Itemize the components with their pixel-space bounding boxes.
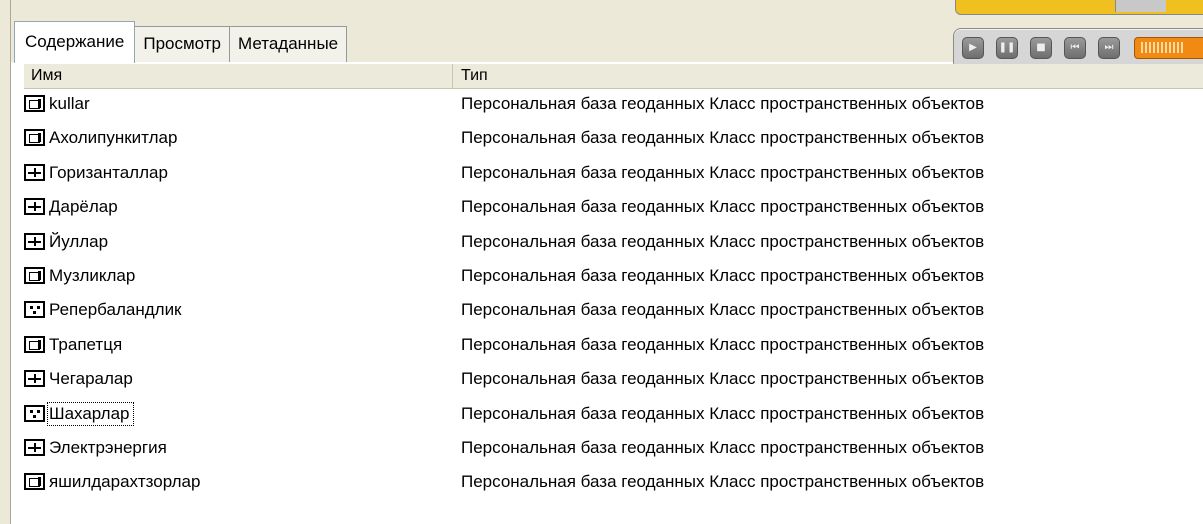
line-feature-class-icon (24, 370, 45, 388)
volume-tick (1165, 42, 1167, 53)
item-type: Персональная база геоданных Класс простр… (461, 472, 985, 492)
list-item[interactable]: Ахолипункитлар Персональная база геоданны… (24, 125, 1203, 159)
volume-slider[interactable] (1134, 37, 1203, 59)
next-icon[interactable]: ⏭ (1098, 37, 1120, 59)
volume-tick (1181, 42, 1183, 53)
volume-tick (1157, 42, 1159, 53)
view-tabs: Содержание Просмотр Метаданные (14, 14, 348, 63)
list-item[interactable]: Йуллар Персональная база геоданных Класс … (24, 229, 1203, 263)
list-item[interactable]: Музликлар Персональная база геоданных Кла… (24, 263, 1203, 297)
media-seek-segment[interactable] (1115, 0, 1166, 12)
item-type: Персональная база геоданных Класс простр… (461, 162, 985, 182)
list-item[interactable]: kullar Персональная база геоданных Класс … (24, 91, 1203, 125)
item-type: Персональная база геоданных Класс простр… (461, 369, 985, 389)
contents-list: kullar Персональная база геоданных Класс … (24, 91, 1203, 504)
stop-icon[interactable]: ■ (1030, 37, 1052, 59)
list-item[interactable]: Чегаралар Персональная база геоданных Кла… (24, 366, 1203, 400)
item-type: Персональная база геоданных Класс простр… (461, 334, 985, 354)
polygon-feature-class-icon (24, 129, 45, 147)
column-header-type[interactable]: Тип (454, 64, 1203, 88)
polygon-feature-class-icon (24, 95, 45, 112)
volume-tick (1177, 42, 1179, 53)
item-name[interactable]: kullar (49, 94, 90, 114)
panel-left-border (0, 0, 11, 524)
item-name[interactable]: Репербаландлик (49, 300, 182, 320)
line-feature-class-icon (24, 198, 45, 216)
item-type: Персональная база геоданных Класс простр… (461, 300, 985, 320)
list-item[interactable]: Горизанталлар Персональная база геоданных… (24, 160, 1203, 194)
line-feature-class-icon (24, 163, 45, 181)
point-feature-class-icon (24, 301, 45, 319)
item-type: Персональная база геоданных Класс простр… (461, 197, 985, 217)
list-header: Имя Тип (24, 64, 1203, 89)
item-type: Персональная база геоданных Класс простр… (461, 94, 985, 113)
list-item[interactable]: Трапетця Персональная база геоданных Клас… (24, 332, 1203, 366)
column-header-name[interactable]: Имя (24, 64, 453, 88)
item-type: Персональная база геоданных Класс простр… (461, 128, 985, 148)
item-name[interactable]: Йуллар (49, 232, 108, 252)
volume-tick (1149, 42, 1151, 53)
polygon-feature-class-icon (24, 266, 45, 284)
list-item[interactable]: Дарёлар Персональная база геоданных Класс… (24, 194, 1203, 228)
volume-tick (1161, 42, 1163, 53)
volume-tick (1169, 42, 1171, 53)
item-name[interactable]: яшилдарахтзорлар (49, 472, 200, 492)
play-icon[interactable]: ▶ (962, 37, 984, 59)
line-feature-class-icon (24, 438, 45, 456)
pause-icon[interactable]: ❚❚ (996, 37, 1018, 59)
list-item[interactable]: Шахарлар Персональная база геоданных Клас… (24, 401, 1203, 435)
item-type: Персональная база геоданных Класс простр… (461, 265, 985, 285)
list-item[interactable]: яшилдарахтзорлар Персональная база геодан… (24, 469, 1203, 503)
item-type: Персональная база геоданных Класс простр… (461, 231, 985, 251)
item-name[interactable]: Трапетця (49, 335, 122, 355)
volume-tick (1153, 42, 1155, 53)
point-feature-class-icon (24, 404, 45, 422)
media-player-top-bar (955, 0, 1203, 15)
item-type: Персональная база геоданных Класс простр… (461, 403, 985, 423)
tab-contents[interactable]: Содержание (14, 21, 136, 63)
item-name[interactable]: Горизанталлар (49, 163, 168, 183)
item-name[interactable]: Дарёлар (49, 197, 118, 217)
polygon-feature-class-icon (24, 335, 45, 353)
volume-tick (1145, 42, 1147, 53)
item-name[interactable]: Музликлар (49, 266, 135, 286)
item-name[interactable]: Электрэнергия (49, 438, 167, 458)
item-name[interactable]: Шахарлар (47, 401, 134, 426)
tab-preview[interactable]: Просмотр (134, 26, 230, 62)
item-name[interactable]: Чегаралар (49, 369, 133, 389)
list-item[interactable]: Электрэнергия Персональная база геоданных… (24, 435, 1203, 469)
volume-tick (1141, 42, 1143, 53)
previous-icon[interactable]: ⏮ (1064, 37, 1086, 59)
item-type: Персональная база геоданных Класс простр… (461, 437, 985, 457)
polygon-feature-class-icon (24, 473, 45, 491)
line-feature-class-icon (24, 232, 45, 250)
list-item[interactable]: Репербаландлик Персональная база геоданны… (24, 297, 1203, 331)
item-name[interactable]: Ахолипункитлар (49, 128, 177, 148)
tab-metadata[interactable]: Метаданные (229, 26, 348, 62)
volume-tick (1173, 42, 1175, 53)
